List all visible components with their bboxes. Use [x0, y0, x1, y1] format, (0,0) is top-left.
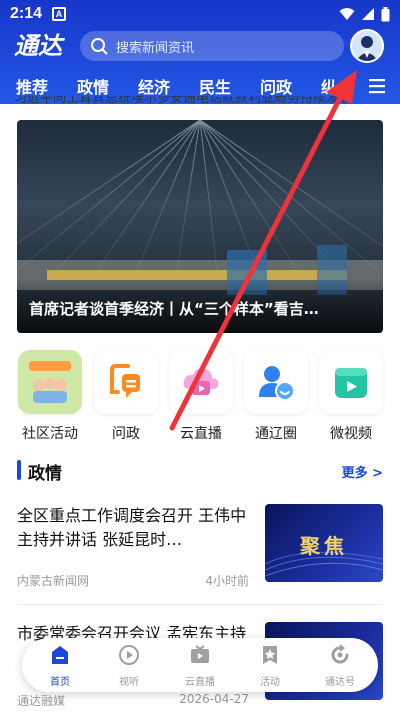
nav-audiovisual-label: 视听: [119, 677, 139, 688]
tab-recommend[interactable]: 推荐: [16, 74, 48, 98]
avatar-icon: [352, 31, 382, 61]
featured-banner[interactable]: 首席记者谈首季经济丨从“三个样本”看吉…: [17, 120, 383, 333]
bottom-navigation: 首页 视听 云直播 活动 通达号: [22, 638, 378, 692]
nav-audiovisual[interactable]: 视听: [99, 644, 159, 688]
circle-icon: [244, 350, 308, 414]
news-ticker[interactable]: 习近平同土耳其总统埃尔多安通电话就叙利亚局势持续发展: [14, 96, 384, 116]
nav-home[interactable]: 首页: [30, 644, 90, 688]
section-title: 政情: [28, 464, 62, 484]
quick-community[interactable]: 社区活动: [17, 350, 83, 443]
news-divider: [17, 604, 383, 605]
quick-micro-video[interactable]: 微视频: [318, 350, 384, 443]
tab-more-partial[interactable]: 纵: [321, 74, 353, 98]
section-accent-bar: [17, 460, 21, 480]
nav-tongda-account[interactable]: 通达号: [310, 644, 370, 688]
play-icon: [119, 645, 139, 665]
news-source: 内蒙古新闻网: [17, 574, 90, 588]
nav-cloud-live-label: 云直播: [185, 677, 215, 688]
refresh-icon: [331, 644, 349, 664]
thumbnail-text: 聚焦: [300, 534, 348, 558]
nav-cloud-live[interactable]: 云直播: [170, 644, 230, 688]
video-icon: [319, 350, 383, 414]
banner-caption-overlay: 首席记者谈首季经济丨从“三个样本”看吉…: [17, 279, 383, 333]
nav-tongda-account-label: 通达号: [325, 677, 355, 688]
wifi-icon: [339, 8, 355, 20]
tab-economy[interactable]: 经济: [138, 74, 170, 98]
app-header: 2:14 A 通达 搜索新闻资讯 推荐 政情 经济 民生 问政 纵: [0, 0, 400, 104]
nav-activity-label: 活动: [260, 677, 280, 688]
news-time: 4小时前: [205, 574, 249, 588]
quick-cloud-live[interactable]: 云直播: [168, 350, 234, 443]
quick-entries: 社区活动 问政 云直播 通辽圈 微视频: [0, 350, 400, 446]
ticker-text: 习近平同土耳其总统埃尔多安通电话就叙利亚局势持续发展: [14, 96, 353, 106]
menu-icon[interactable]: [368, 78, 386, 94]
status-indicators: [339, 6, 390, 22]
tab-livelihood[interactable]: 民生: [199, 74, 231, 98]
quick-tongliao-circle[interactable]: 通辽圈: [243, 350, 309, 443]
news-title: 全区重点工作调度会召开 王伟中主持并讲话 张延昆时…: [17, 506, 247, 549]
quick-inquiry[interactable]: 问政: [93, 350, 159, 443]
home-icon: [52, 646, 68, 664]
signal-icon: [362, 8, 374, 20]
app-logo: 通达: [14, 32, 66, 60]
news-item[interactable]: 全区重点工作调度会召开 王伟中主持并讲话 张延昆时… 内蒙古新闻网 4小时前 聚…: [17, 504, 383, 590]
notification-badge-icon: A: [52, 7, 66, 21]
quick-tongliao-circle-label: 通辽圈: [255, 426, 297, 442]
news-source: 通达融媒: [17, 694, 66, 708]
tv-icon: [191, 645, 209, 663]
user-avatar[interactable]: [350, 29, 384, 63]
news-time: 2026-04-27: [179, 692, 249, 706]
quick-cloud-live-label: 云直播: [180, 426, 222, 442]
section-more-link[interactable]: 更多 >: [342, 462, 383, 481]
status-bar: 2:14 A: [0, 0, 400, 28]
search-placeholder: 搜索新闻资讯: [116, 40, 195, 56]
question-icon: [94, 350, 158, 414]
star-icon: [263, 646, 277, 664]
quick-community-label: 社区活动: [22, 426, 78, 442]
nav-activity[interactable]: 活动: [240, 644, 300, 688]
quick-micro-video-label: 微视频: [330, 426, 372, 442]
banner-caption: 首席记者谈首季经济丨从“三个样本”看吉…: [29, 300, 319, 318]
status-time: 2:14: [10, 5, 43, 22]
tab-politics[interactable]: 政情: [77, 74, 109, 98]
cloud-live-icon: [169, 350, 233, 414]
tab-inquiry[interactable]: 问政: [260, 74, 292, 98]
news-thumbnail: 聚焦: [265, 504, 383, 582]
battery-icon: [381, 6, 390, 21]
logo-text: 通达: [14, 32, 66, 60]
nav-home-label: 首页: [50, 677, 70, 688]
search-box[interactable]: 搜索新闻资讯: [80, 31, 344, 61]
community-icon: [18, 350, 82, 414]
quick-inquiry-label: 问政: [112, 426, 140, 442]
search-icon: [91, 38, 108, 55]
